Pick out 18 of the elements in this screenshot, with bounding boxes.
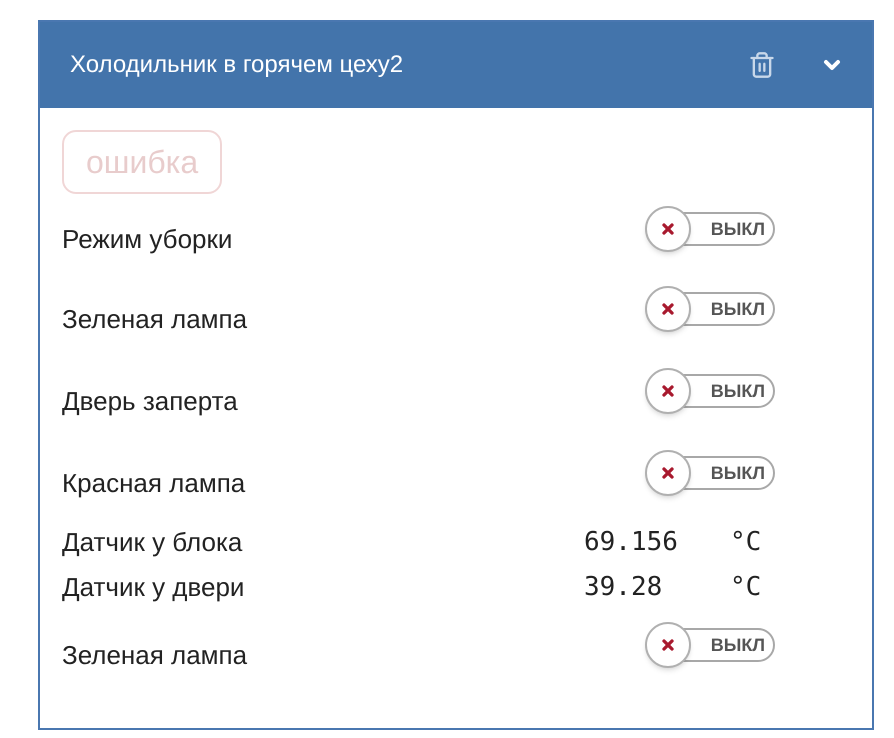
card-title: Холодильник в горячем цеху2	[70, 50, 404, 80]
row-label: Красная лампа	[62, 467, 246, 500]
row-label: Дверь заперта	[62, 385, 239, 418]
row-label: Датчик у двери	[62, 571, 246, 604]
row-label: Режим уборки	[62, 223, 234, 256]
sensor-value: 69.156	[584, 526, 679, 559]
sensor-value: 39.28	[584, 571, 664, 604]
cross-icon	[660, 637, 676, 653]
row-label: Датчик у блока	[62, 526, 244, 559]
trash-icon[interactable]	[748, 51, 776, 79]
row-label: Зеленая лампа	[62, 303, 248, 336]
row-label: Зеленая лампа	[62, 639, 248, 672]
unit-label: °C	[730, 526, 762, 559]
cross-icon	[660, 221, 676, 237]
unit-label: °C	[730, 571, 762, 604]
cross-icon	[660, 465, 676, 481]
cross-icon	[660, 383, 676, 399]
cross-icon	[660, 301, 676, 317]
